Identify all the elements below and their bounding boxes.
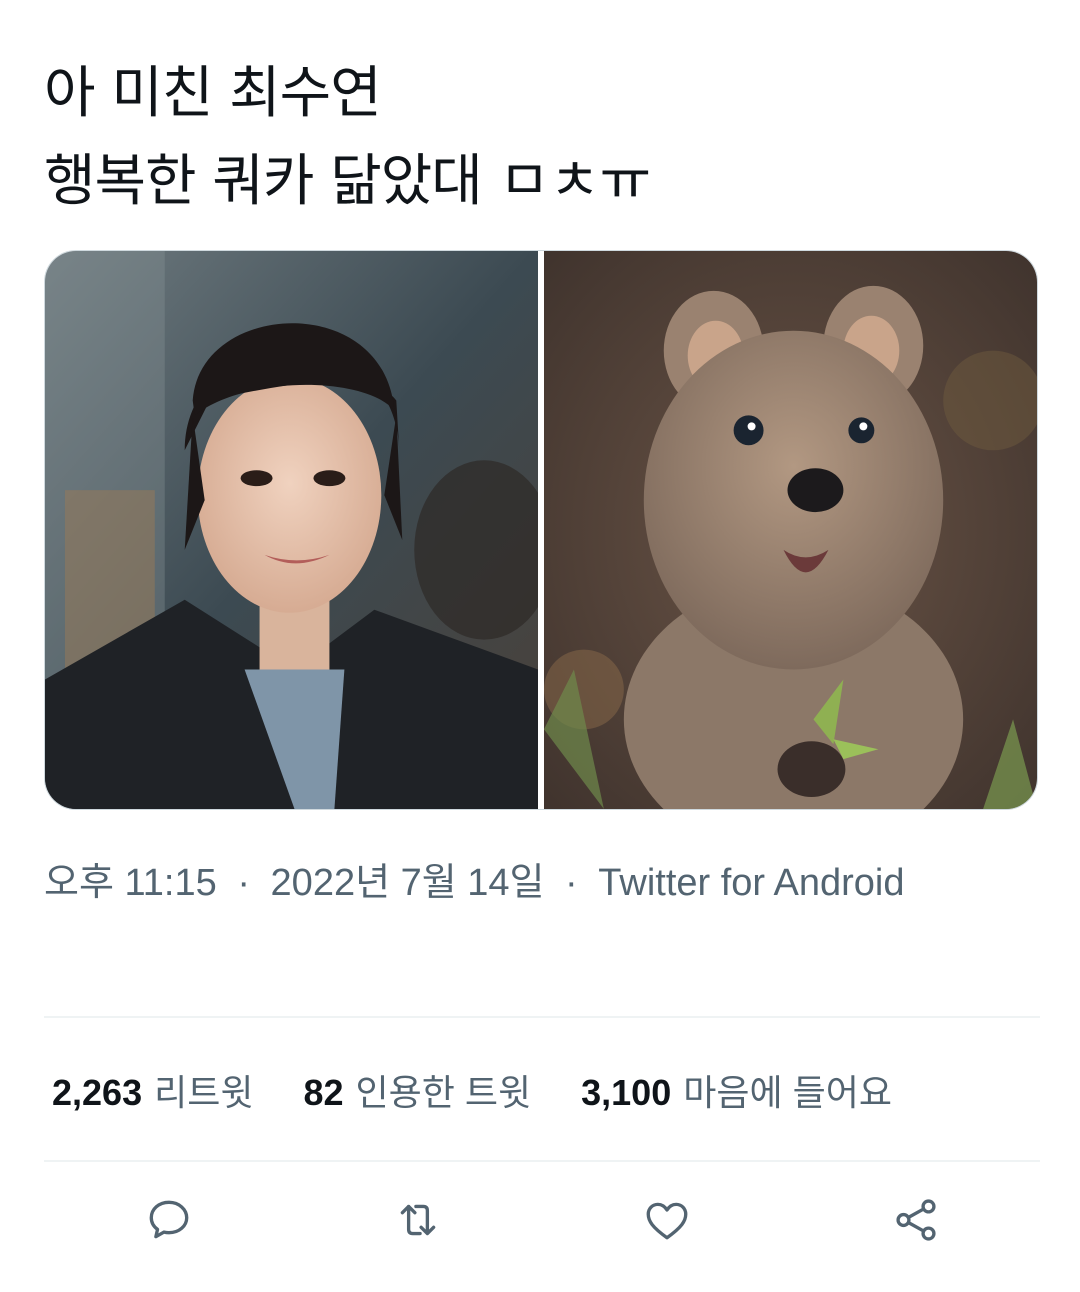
media-grid	[44, 250, 1038, 810]
like-icon	[646, 1202, 687, 1240]
stat-label: 인용한 트윗	[355, 1072, 532, 1113]
media-photo-quokka[interactable]	[544, 251, 1037, 809]
retweet-icon	[400, 1204, 435, 1236]
stat-label: 마음에 들어요	[683, 1072, 892, 1113]
stat-count: 3,100	[581, 1072, 672, 1113]
tweet-text-line-1: 아 미친 최수연	[44, 61, 382, 126]
tweet-stats: 2,263 리트윗 82 인용한 트윗 3,100 마음에 들어요	[52, 1060, 942, 1120]
tweet-actions	[44, 1180, 1040, 1260]
stat-count: 82	[303, 1072, 344, 1113]
divider	[44, 1016, 1040, 1018]
reply-icon	[149, 1200, 188, 1239]
meta-separator: ·	[237, 862, 250, 904]
stat-count: 2,263	[52, 1072, 143, 1113]
tweet-time[interactable]: 오후 11:15	[44, 862, 217, 904]
tweet-date[interactable]: 2022년 7월 14일	[271, 862, 545, 904]
divider	[44, 1160, 1040, 1162]
meta-separator: ·	[565, 862, 578, 904]
tweet-text: 아 미친 최수연 행복한 쿼카 닮았대 ㅁㅊㅠ	[44, 50, 1044, 226]
stat-retweets[interactable]: 2,263 리트윗	[52, 1064, 253, 1116]
tweet-text-line-2: 행복한 쿼카 닮았대 ㅁㅊㅠ	[44, 149, 651, 214]
stat-quote-tweets[interactable]: 82 인용한 트윗	[303, 1064, 531, 1116]
reply-button[interactable]	[137, 1188, 201, 1252]
retweet-button[interactable]	[386, 1188, 450, 1252]
like-button[interactable]	[635, 1188, 699, 1252]
share-button[interactable]	[884, 1188, 948, 1252]
photo-woman-image	[45, 251, 538, 809]
photo-quokka-image	[544, 251, 1037, 809]
media-photo-woman[interactable]	[45, 251, 538, 809]
stat-likes[interactable]: 3,100 마음에 들어요	[581, 1064, 892, 1116]
tweet-source: Twitter for Android	[598, 862, 905, 904]
share-icon	[895, 1199, 936, 1241]
stat-label: 리트윗	[154, 1072, 254, 1113]
tweet-meta: 오후 11:15 · 2022년 7월 14일 · Twitter for An…	[44, 852, 944, 914]
